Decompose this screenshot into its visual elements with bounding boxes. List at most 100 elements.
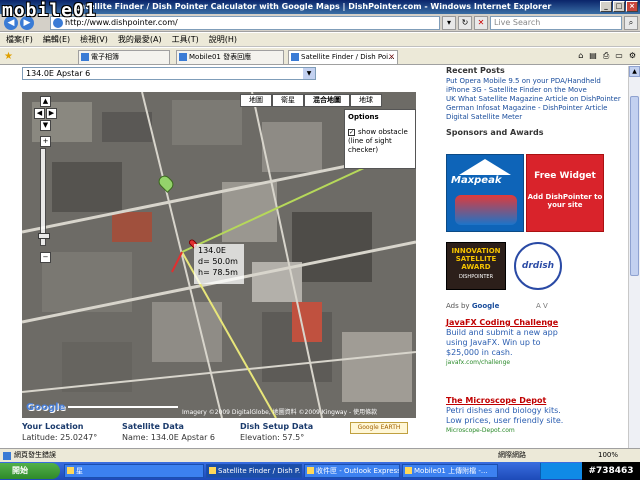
satellite-select[interactable]: 134.0E Apstar 6 ▼ [22, 67, 316, 80]
minimize-button[interactable]: _ [600, 1, 612, 12]
innovation-award-badge[interactable]: INNOVATION SATELLITE AWARD DISHPOINTER [446, 242, 506, 290]
stop-icon[interactable]: ✕ [474, 16, 488, 30]
taskbar-item[interactable]: 星 [64, 464, 204, 478]
tab-satellite-finder[interactable]: Satellite Finder / Dish Poi... × [288, 50, 398, 64]
ie-icon [405, 467, 412, 474]
ads-by-brand: Google [471, 302, 500, 310]
maximize-button[interactable]: □ [613, 1, 625, 12]
dropdown-arrow-icon[interactable]: ▾ [442, 16, 456, 30]
award-subtitle: DISHPOINTER [458, 274, 494, 280]
info-satellite: 134.0E [198, 246, 226, 255]
obstacle-checkbox[interactable]: ✓ [348, 128, 355, 136]
page-icon[interactable]: ▭ [615, 51, 623, 61]
map-type-earth[interactable]: 地球 [350, 94, 382, 107]
info-height: h= 78.5m [198, 268, 238, 277]
menu-favorites[interactable]: 我的最愛(A) [118, 33, 162, 46]
satellite-finder-device-icon [455, 195, 517, 225]
map-type-selector: 地圖 衛星 混合地圖 地球 [240, 94, 382, 107]
google-map-logo[interactable]: Google [26, 402, 65, 413]
warning-icon[interactable] [3, 452, 11, 460]
satellite-data: Satellite Data Name: 134.0E Apstar 6 [122, 422, 215, 442]
google-map[interactable]: ▲ ◀ ▶ ▼ + − 地圖 衛星 混合地圖 地球 Options ✓ show … [22, 92, 416, 418]
free-widget-title: Free Widget [534, 171, 596, 181]
feeds-icon[interactable]: ▤ [589, 51, 597, 61]
menu-file[interactable]: 檔案(F) [6, 33, 33, 46]
ad-title[interactable]: The Microscope Depot [446, 396, 566, 406]
sponsors-heading: Sponsors and Awards [446, 128, 544, 137]
menu-view[interactable]: 檢視(V) [80, 33, 108, 46]
ad-url[interactable]: Microscope-Depot.com [446, 426, 566, 435]
satellite-data-heading: Satellite Data [122, 422, 184, 431]
tab-close-icon[interactable]: × [388, 51, 395, 63]
window-controls: _ □ × [600, 1, 638, 12]
text-ad[interactable]: JavaFX Coding Challenge Build and submit… [446, 318, 566, 367]
favorites-star-icon[interactable]: ★ [4, 51, 13, 62]
ad-url[interactable]: javafx.com/challenge [446, 358, 566, 367]
your-location-heading: Your Location [22, 422, 84, 431]
tab-mobile01[interactable]: Mobile01 發表回應 [176, 50, 284, 64]
taskbar-item[interactable]: Satellite Finder / Dish P... [206, 464, 302, 478]
address-buttons: ▾ ↻ ✕ [442, 16, 488, 30]
taskbar-item-label: 收件匣 - Outlook Express [316, 467, 400, 475]
menu-help[interactable]: 說明(H) [209, 33, 237, 46]
zoom-level[interactable]: 100% [598, 449, 618, 462]
scale-bar [68, 406, 178, 408]
print-icon[interactable]: ⎙ [603, 51, 609, 61]
map-type-map[interactable]: 地圖 [240, 94, 272, 107]
zoom-slider-handle[interactable] [38, 233, 50, 239]
drdish-badge[interactable]: drdish [514, 242, 562, 290]
zoom-in-icon[interactable]: + [40, 136, 51, 147]
pan-up-icon[interactable]: ▲ [40, 96, 51, 107]
post-link[interactable]: Digital Satellite Meter [446, 113, 628, 122]
ads-nav[interactable]: A V [536, 302, 548, 310]
menu-tools[interactable]: 工具(T) [172, 33, 199, 46]
tools-icon[interactable]: ⚙ [629, 51, 636, 61]
ads-by-label: Ads by [446, 302, 470, 310]
menu-edit[interactable]: 編輯(E) [43, 33, 70, 46]
status-bar: 網頁發生錯誤 網際網路 100% [0, 448, 640, 462]
recent-posts-heading: Recent Posts [446, 66, 505, 75]
taskbar-item-label: Mobile01 上傳附檔 -... [414, 467, 488, 475]
address-bar[interactable]: http://www.dishpointer.com/ [50, 16, 440, 30]
your-location: Your Location Latitude: 25.0247° [22, 422, 97, 442]
pan-left-icon[interactable]: ◀ [34, 108, 45, 119]
post-link[interactable]: Put Opera Mobile 9.5 on your PDA/Handhel… [446, 77, 628, 86]
taskbar-item[interactable]: 收件匣 - Outlook Express [304, 464, 400, 478]
map-scale [68, 398, 178, 414]
zoom-slider[interactable] [38, 148, 50, 246]
page-scrollbar[interactable]: ▲ ▼ [628, 66, 640, 460]
zoom-out-icon[interactable]: − [40, 252, 51, 263]
search-input[interactable]: Live Search [490, 16, 622, 30]
status-left-text[interactable]: 網頁發生錯誤 [14, 449, 56, 462]
map-type-satellite[interactable]: 衛星 [272, 94, 304, 107]
refresh-icon[interactable]: ↻ [458, 16, 472, 30]
ie-icon [209, 467, 216, 474]
ads-by-google[interactable]: Ads by Google [446, 302, 499, 310]
pan-down-icon[interactable]: ▼ [40, 120, 51, 131]
free-widget-ad[interactable]: Free Widget Add DishPointer to your site [526, 154, 604, 232]
post-link[interactable]: iPhone 3G - Satellite Finder on the Move [446, 86, 628, 95]
scroll-thumb[interactable] [630, 96, 639, 276]
tab-photo-album[interactable]: 電子相簿 [78, 50, 170, 64]
home-icon[interactable]: ⌂ [578, 51, 583, 61]
close-button[interactable]: × [626, 1, 638, 12]
post-link[interactable]: UK What Satellite Magazine Article on Di… [446, 95, 628, 104]
tab-label: Mobile01 發表回應 [189, 53, 252, 61]
text-ad[interactable]: The Microscope Depot Petri dishes and bi… [446, 396, 566, 435]
pan-right-icon[interactable]: ▶ [46, 108, 57, 119]
start-button[interactable]: 開始 [0, 463, 60, 479]
ad-title[interactable]: JavaFX Coding Challenge [446, 318, 566, 328]
options-title: Options [348, 113, 379, 121]
map-copyright[interactable]: Imagery ©2009 DigitalGlobe, 地圖資料 ©2009 K… [182, 407, 377, 416]
google-earth-button[interactable]: Google EARTH [350, 422, 408, 434]
maxpeak-ad[interactable]: Maxpeak [446, 154, 524, 232]
scroll-up-icon[interactable]: ▲ [629, 66, 640, 77]
tab-label: Satellite Finder / Dish Poi... [301, 53, 395, 61]
mail-icon [307, 467, 314, 474]
taskbar-item[interactable]: Mobile01 上傳附檔 -... [402, 464, 498, 478]
map-type-hybrid[interactable]: 混合地圖 [304, 94, 350, 107]
your-location-latitude: Latitude: 25.0247° [22, 433, 98, 442]
search-icon[interactable]: ⌕ [624, 16, 638, 30]
post-link[interactable]: German Infosat Magazine - DishPointer Ar… [446, 104, 628, 113]
tab-icon [291, 53, 299, 61]
